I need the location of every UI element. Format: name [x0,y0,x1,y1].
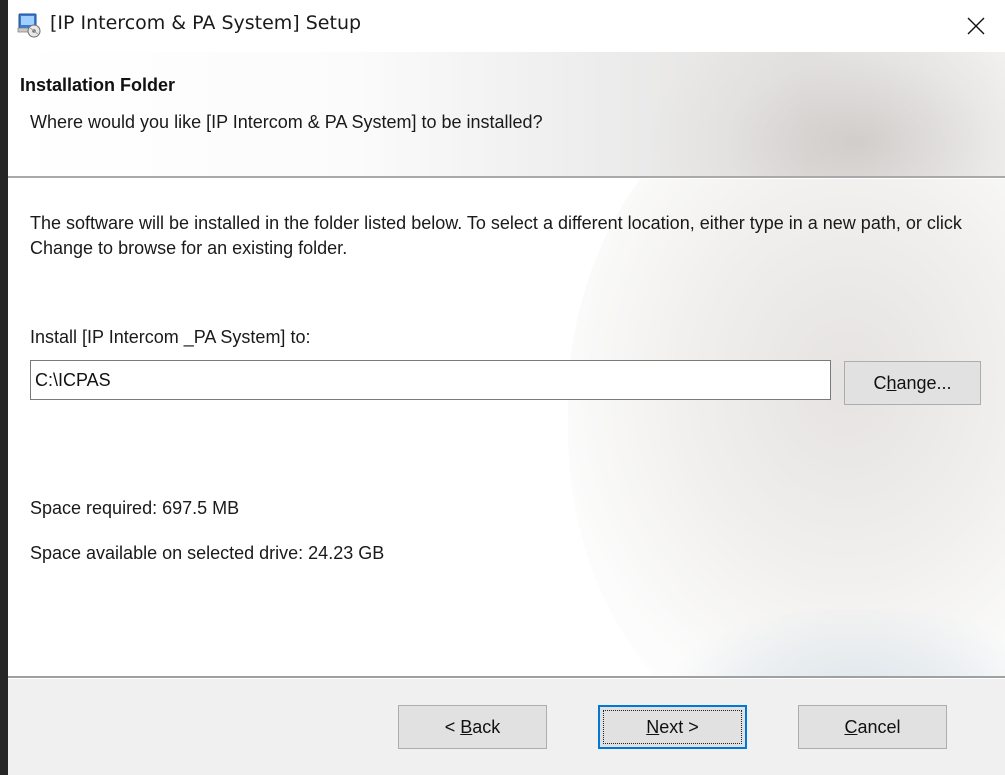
page-title: Installation Folder [20,75,176,95]
title-bar[interactable]: [IP Intercom & PA System] Setup [8,0,1005,52]
next-button[interactable]: Next > [598,705,747,749]
header-background-image [648,52,1005,176]
setup-window: [IP Intercom & PA System] Setup Installa… [0,0,1005,775]
back-button-label-rest: ack [472,716,501,737]
change-button-mnemonic: h [886,372,897,393]
page-subtitle: Where would you like [IP Intercom & PA S… [30,112,543,132]
change-button-label: C [873,372,887,393]
header-band: Installation Folder Where would you like… [8,52,1005,176]
install-location-label: Install [IP Intercom _PA System] to: [30,327,311,347]
change-button-label-rest: ange... [896,372,952,393]
change-button[interactable]: Ch ange... [844,361,981,405]
installer-icon [16,12,42,38]
window-title: [IP Intercom & PA System] Setup [50,12,362,34]
space-required-text: Space required: 697.5 MB [30,498,240,518]
install-path-input[interactable] [30,360,831,400]
cancel-button-label-rest: ancel [857,716,901,737]
back-button[interactable]: < Back [398,705,547,749]
footer-bar: < Back Next > Cancel [8,679,1005,775]
back-button-mnemonic: B [460,716,473,737]
close-button[interactable] [947,0,1005,52]
back-button-label: < [444,716,461,737]
description-text: The software will be installed in the fo… [30,213,962,258]
cancel-button[interactable]: Cancel [798,705,947,749]
content-area: The software will be installed in the fo… [8,179,1005,676]
focus-rectangle [603,710,742,744]
space-available-text: Space available on selected drive: 24.23… [30,543,385,563]
cancel-button-mnemonic: C [844,716,858,737]
